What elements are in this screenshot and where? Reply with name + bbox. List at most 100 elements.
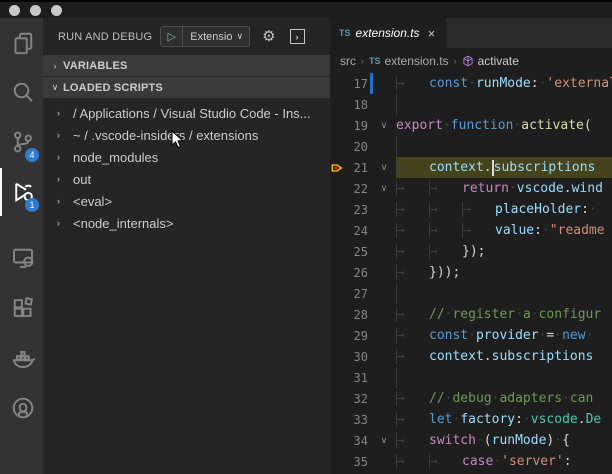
chevron-right-icon: › bbox=[57, 218, 73, 228]
code-line-29[interactable]: 29→const·provider·=·new· bbox=[330, 325, 612, 346]
editor-gutter[interactable]: 24 bbox=[330, 220, 396, 241]
tree-item[interactable]: ›<node_internals> bbox=[43, 212, 330, 234]
code-line-32[interactable]: 32→//·debug·adapters·can bbox=[330, 388, 612, 409]
line-number: 17 bbox=[344, 77, 368, 91]
editor-gutter[interactable]: 30 bbox=[330, 346, 396, 367]
fold-chevron-icon[interactable]: ∨ bbox=[374, 162, 394, 173]
chevron-down-icon: ∨ bbox=[234, 31, 249, 42]
code-line-25[interactable]: 25→→}); bbox=[330, 241, 612, 262]
code-line-28[interactable]: 28→//·register·a·configur bbox=[330, 304, 612, 325]
code-line-21[interactable]: 21∨→context.subscriptions bbox=[330, 157, 612, 178]
editor-gutter[interactable]: 25 bbox=[330, 241, 396, 262]
chevron-right-icon: › bbox=[449, 56, 462, 66]
activity-item-search[interactable] bbox=[0, 68, 43, 116]
fold-chevron-icon[interactable]: ∨ bbox=[374, 435, 394, 446]
chevron-right-icon: › bbox=[57, 152, 73, 162]
editor-gutter[interactable]: 28 bbox=[330, 304, 396, 325]
activity-item-docker[interactable] bbox=[0, 334, 43, 382]
code-line-23[interactable]: 23→→→placeHolder:· bbox=[330, 199, 612, 220]
github-icon bbox=[11, 396, 35, 420]
editor-gutter[interactable]: 23 bbox=[330, 199, 396, 220]
chevron-right-icon: › bbox=[57, 130, 73, 140]
activity-item-extensions[interactable] bbox=[0, 284, 43, 332]
activity-item-source-control[interactable]: 4 bbox=[0, 118, 43, 166]
chevron-right-icon: › bbox=[57, 196, 73, 206]
code-line-19[interactable]: 19∨export·function·activate( bbox=[330, 115, 612, 136]
close-tab-icon[interactable]: × bbox=[428, 26, 436, 41]
editor-gutter[interactable]: 22∨ bbox=[330, 178, 396, 199]
code-line-18[interactable]: 18 bbox=[330, 94, 612, 115]
tree-item[interactable]: ›/ Applications / Visual Studio Code - I… bbox=[43, 102, 330, 124]
launch-config-picker[interactable]: ▷ Extensio ∨ bbox=[160, 26, 250, 47]
editor-gutter[interactable]: 33 bbox=[330, 409, 396, 430]
breakpoint-current-line-icon[interactable] bbox=[331, 162, 343, 174]
breadcrumb-file[interactable]: extension.ts bbox=[385, 54, 449, 68]
gear-icon[interactable]: ⚙ bbox=[262, 29, 275, 44]
tab-whitespace-icon: → bbox=[429, 202, 462, 217]
indent-guide bbox=[396, 367, 429, 388]
section-loaded-scripts[interactable]: ∨ LOADED SCRIPTS bbox=[43, 77, 330, 98]
editor-gutter[interactable]: 32 bbox=[330, 388, 396, 409]
code-area[interactable]: 17→const·runMode:·'external'1819∨export·… bbox=[330, 73, 612, 474]
line-number: 35 bbox=[344, 455, 368, 469]
code-line-17[interactable]: 17→const·runMode:·'external' bbox=[330, 73, 612, 94]
launch-config-label: Extensio bbox=[183, 31, 234, 43]
zoom-window-button[interactable] bbox=[51, 5, 62, 16]
editor-gutter[interactable]: 31 bbox=[330, 367, 396, 388]
code-line-20[interactable]: 20 bbox=[330, 136, 612, 157]
tree-item[interactable]: ›<eval> bbox=[43, 190, 330, 212]
code-line-26[interactable]: 26→})); bbox=[330, 262, 612, 283]
line-number: 26 bbox=[344, 266, 368, 280]
tree-item[interactable]: ›~ / .vscode-insiders / extensions bbox=[43, 124, 330, 146]
fold-chevron-icon[interactable]: ∨ bbox=[374, 183, 394, 194]
activity-item-explorer[interactable] bbox=[0, 18, 43, 66]
editor-gutter[interactable]: 35 bbox=[330, 451, 396, 472]
editor-gutter[interactable]: 29 bbox=[330, 325, 396, 346]
chevron-down-icon: ∨ bbox=[47, 82, 63, 93]
line-number: 31 bbox=[344, 371, 368, 385]
mouse-cursor bbox=[170, 130, 186, 150]
debug-console-icon[interactable]: › bbox=[290, 29, 305, 44]
start-debugging-icon[interactable]: ▷ bbox=[161, 27, 183, 46]
editor-gutter[interactable]: 20 bbox=[330, 136, 396, 157]
code-line-31[interactable]: 31 bbox=[330, 367, 612, 388]
fold-chevron-icon[interactable]: ∨ bbox=[374, 120, 394, 131]
editor-gutter[interactable]: 34∨ bbox=[330, 430, 396, 451]
code-line-22[interactable]: 22∨→→return·vscode.wind bbox=[330, 178, 612, 199]
tab-whitespace-icon: → bbox=[396, 160, 429, 175]
code-line-24[interactable]: 24→→→value:·"readme bbox=[330, 220, 612, 241]
activity-item-run-and-debug[interactable]: 1 bbox=[0, 168, 43, 216]
section-variables[interactable]: › VARIABLES bbox=[43, 55, 330, 76]
breadcrumb-folder[interactable]: src bbox=[340, 54, 356, 68]
editor-gutter[interactable]: 17 bbox=[330, 73, 396, 94]
editor-gutter[interactable]: 18 bbox=[330, 94, 396, 115]
tab-extension-ts[interactable]: TS extension.ts × bbox=[330, 18, 446, 48]
modified-line-indicator bbox=[370, 73, 373, 94]
editor-gutter[interactable]: 26 bbox=[330, 262, 396, 283]
tab-whitespace-icon: → bbox=[396, 328, 429, 343]
editor-gutter[interactable]: 21∨ bbox=[330, 157, 396, 178]
tab-whitespace-icon: → bbox=[429, 244, 462, 259]
tree-item[interactable]: ›node_modules bbox=[43, 146, 330, 168]
line-number: 19 bbox=[344, 119, 368, 133]
code-line-27[interactable]: 27 bbox=[330, 283, 612, 304]
code-line-34[interactable]: 34∨→switch·(runMode)·{ bbox=[330, 430, 612, 451]
close-window-button[interactable] bbox=[9, 5, 20, 16]
code-line-35[interactable]: 35→→case·'server': bbox=[330, 451, 612, 472]
activity-item-remote-explorer[interactable] bbox=[0, 234, 43, 282]
tab-whitespace-icon: → bbox=[396, 265, 429, 280]
code-line-33[interactable]: 33→let·factory:·vscode.De bbox=[330, 409, 612, 430]
tab-whitespace-icon: → bbox=[396, 76, 429, 91]
code-line-30[interactable]: 30→context.subscriptions bbox=[330, 346, 612, 367]
line-number: 18 bbox=[344, 98, 368, 112]
loaded-scripts-tree: ›/ Applications / Visual Studio Code - I… bbox=[43, 99, 330, 234]
sidebar-header: RUN AND DEBUG ▷ Extensio ∨ ⚙ › bbox=[43, 18, 330, 55]
line-number: 29 bbox=[344, 329, 368, 343]
tree-item-label: / Applications / Visual Studio Code - In… bbox=[73, 106, 311, 121]
editor-gutter[interactable]: 19 ∨ bbox=[330, 115, 396, 136]
breadcrumb-symbol[interactable]: activate bbox=[478, 54, 519, 68]
activity-item-github[interactable] bbox=[0, 384, 43, 432]
editor-gutter[interactable]: 27 bbox=[330, 283, 396, 304]
minimize-window-button[interactable] bbox=[30, 5, 41, 16]
tree-item[interactable]: ›out bbox=[43, 168, 330, 190]
